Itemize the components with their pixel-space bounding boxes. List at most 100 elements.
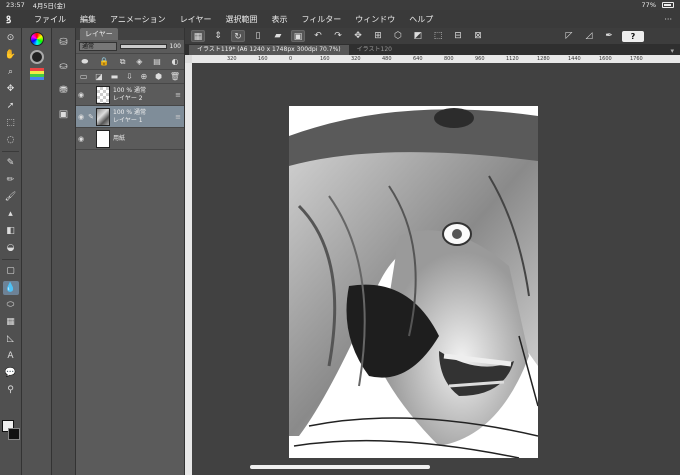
layer-drag-handle-icon[interactable]: ≡ bbox=[175, 91, 181, 99]
sub-tool-refer-icon[interactable]: ⛀ bbox=[55, 58, 73, 76]
clear-icon[interactable]: ⬡ bbox=[391, 30, 405, 42]
blend-tool-icon[interactable]: ◒ bbox=[3, 241, 19, 255]
menu-animation[interactable]: アニメーション bbox=[110, 14, 166, 25]
document-tabs: イラスト119* (A6 1240 x 1748px 300dpi 70.7%)… bbox=[185, 44, 680, 55]
layer-clip-icon[interactable]: ⧉ bbox=[120, 57, 126, 67]
balloon-tool-icon[interactable]: 💬 bbox=[3, 366, 19, 380]
layer-draft-icon[interactable]: ▤ bbox=[153, 57, 161, 66]
text-tool-icon[interactable]: A bbox=[3, 349, 19, 363]
airbrush-tool-icon[interactable]: ▴ bbox=[3, 207, 19, 221]
fit-icon[interactable]: ⊞ bbox=[371, 30, 385, 42]
ruler-tick: 320 bbox=[351, 56, 361, 62]
color-circle-icon[interactable] bbox=[29, 50, 44, 64]
new-file-icon[interactable]: ▯ bbox=[251, 30, 265, 42]
color-swatch[interactable] bbox=[2, 420, 20, 442]
background-color[interactable] bbox=[8, 428, 20, 440]
layer-panel: レイヤー 通常 100 ⬬ 🔒 ⧉ ◈ ▤ ◐ ▭ ◪ ▬ ⇩ ⊕ ⬢ 🗑 ◉ … bbox=[76, 28, 185, 475]
tab-layer[interactable]: レイヤー bbox=[80, 28, 118, 40]
layer-palette-icon[interactable]: ◐ bbox=[172, 57, 179, 66]
gradient-tool-icon[interactable]: ▦ bbox=[3, 315, 19, 329]
select-all-icon[interactable]: ⬚ bbox=[431, 30, 445, 42]
save-icon[interactable]: ▣ bbox=[291, 30, 305, 42]
canvas-area[interactable] bbox=[192, 63, 680, 475]
select-tool-icon[interactable]: ⬚ bbox=[3, 116, 19, 130]
sub-tool-paint-icon[interactable]: ▣ bbox=[55, 106, 73, 124]
status-time: 23:57 bbox=[6, 1, 25, 9]
ruler-tick: 800 bbox=[444, 56, 454, 62]
figure-tool-icon[interactable]: ▢ bbox=[3, 264, 19, 278]
ruler-tool-icon[interactable]: ◺ bbox=[3, 332, 19, 346]
pen-tool-icon[interactable]: ✎ bbox=[3, 156, 19, 170]
lasso-tool-icon[interactable]: ◌ bbox=[3, 133, 19, 147]
app-logo-icon[interactable]: ꝸ bbox=[6, 12, 20, 26]
invert-icon[interactable]: ⊠ bbox=[471, 30, 485, 42]
tab-inactive-document[interactable]: イラスト120 bbox=[349, 45, 400, 55]
opacity-slider[interactable] bbox=[120, 44, 167, 49]
eraser-tool-icon[interactable]: ◧ bbox=[3, 224, 19, 238]
correction-tool-icon[interactable]: ⚲ bbox=[3, 383, 19, 397]
layer-drag-handle-icon[interactable]: ≡ bbox=[175, 113, 181, 121]
color-wheel-icon[interactable] bbox=[29, 32, 44, 46]
layer-row-paper[interactable]: ◉ 用紙 bbox=[76, 128, 184, 150]
menu-edit[interactable]: 編集 bbox=[80, 14, 96, 25]
new-folder-icon[interactable]: ▬ bbox=[111, 72, 119, 81]
new-raster-layer-icon[interactable]: ▭ bbox=[80, 72, 88, 81]
sub-tool-fill-icon[interactable]: ⛁ bbox=[55, 34, 73, 52]
layer-row-selected[interactable]: ◉ ✎ 100 % 通常 レイヤー 1 ≡ bbox=[76, 106, 184, 128]
layer-row[interactable]: ◉ 100 % 通常 レイヤー 2 ≡ bbox=[76, 84, 184, 106]
mask-layer-icon[interactable]: ⬢ bbox=[155, 72, 162, 81]
magnifier-tool-icon[interactable]: ⌕ bbox=[3, 65, 19, 79]
undo-icon[interactable]: ↶ bbox=[311, 30, 325, 42]
hand-tool-icon[interactable]: ✋ bbox=[3, 48, 19, 62]
layer-mask-icon[interactable]: ⬬ bbox=[81, 57, 88, 67]
menu-toggle-icon[interactable]: ▦ bbox=[191, 30, 205, 42]
fill-canvas-icon[interactable]: ◩ bbox=[411, 30, 425, 42]
delete-layer-icon[interactable]: 🗑 bbox=[170, 72, 180, 81]
command-bar: ▦ ⇕ ↻ ▯ ▰ ▣ ↶ ↷ ✥ ⊞ ⬡ ◩ ⬚ ⊟ ⊠ ◸ ◿ ✒ ? bbox=[185, 28, 680, 44]
color-set-icon[interactable] bbox=[29, 68, 44, 80]
more-menu-icon[interactable]: ··· bbox=[664, 15, 672, 24]
ruler-tick: 160 bbox=[258, 56, 268, 62]
layer-ref-icon[interactable]: ◈ bbox=[136, 57, 142, 66]
menu-file[interactable]: ファイル bbox=[34, 14, 66, 25]
brush-tool-icon[interactable]: 🖌 bbox=[3, 190, 19, 204]
merge-down-icon[interactable]: ⊕ bbox=[141, 72, 148, 81]
move-tool-icon[interactable]: ✥ bbox=[3, 82, 19, 96]
color-palette-strip bbox=[22, 28, 52, 475]
pen-edit-icon[interactable]: ✎ bbox=[86, 113, 96, 121]
rotate-reset-icon[interactable]: ↻ bbox=[231, 30, 245, 42]
transfer-down-icon[interactable]: ⇩ bbox=[126, 72, 133, 81]
visibility-eye-icon[interactable]: ◉ bbox=[76, 113, 86, 121]
operation-tool-icon[interactable]: ➚ bbox=[3, 99, 19, 113]
visibility-eye-icon[interactable]: ◉ bbox=[76, 135, 86, 143]
visibility-eye-icon[interactable]: ◉ bbox=[76, 91, 86, 99]
status-date: 4月5日(金) bbox=[32, 2, 66, 10]
help-icon[interactable]: ? bbox=[622, 30, 644, 42]
chevron-down-icon[interactable]: ▾ bbox=[670, 47, 674, 55]
tab-active-document[interactable]: イラスト119* (A6 1240 x 1748px 300dpi 70.7%) bbox=[189, 45, 349, 55]
menu-help[interactable]: ヘルプ bbox=[409, 14, 433, 25]
transform-icon[interactable]: ✥ bbox=[351, 30, 365, 42]
pen-pressure-icon[interactable]: ✒ bbox=[602, 30, 616, 42]
menu-layer[interactable]: レイヤー bbox=[180, 14, 212, 25]
special-ruler-icon[interactable]: ◿ bbox=[582, 30, 596, 42]
menu-window[interactable]: ウィンドウ bbox=[355, 14, 395, 25]
menu-filter[interactable]: フィルター bbox=[301, 14, 341, 25]
new-vector-layer-icon[interactable]: ◪ bbox=[95, 72, 103, 81]
ruler-snap-icon[interactable]: ◸ bbox=[562, 30, 576, 42]
artboard[interactable] bbox=[289, 106, 538, 458]
sub-tool-close-gap-icon[interactable]: ⛃ bbox=[55, 82, 73, 100]
zoom-tool-icon[interactable]: ⊙ bbox=[3, 31, 19, 45]
pencil-tool-icon[interactable]: ✏ bbox=[3, 173, 19, 187]
blend-mode-select[interactable]: 通常 bbox=[79, 42, 117, 51]
menu-selection[interactable]: 選択範囲 bbox=[225, 14, 257, 25]
open-file-icon[interactable]: ▰ bbox=[271, 30, 285, 42]
deselect-icon[interactable]: ⊟ bbox=[451, 30, 465, 42]
fill-tool-icon[interactable]: 💧 bbox=[2, 281, 19, 295]
ellipse-tool-icon[interactable]: ⬭ bbox=[3, 298, 19, 312]
redo-icon[interactable]: ↷ bbox=[331, 30, 345, 42]
ruler-tick: 1280 bbox=[537, 56, 550, 62]
scroll-icon[interactable]: ⇕ bbox=[211, 30, 225, 42]
layer-lock-icon[interactable]: 🔒 bbox=[99, 57, 109, 66]
menu-view[interactable]: 表示 bbox=[271, 14, 287, 25]
